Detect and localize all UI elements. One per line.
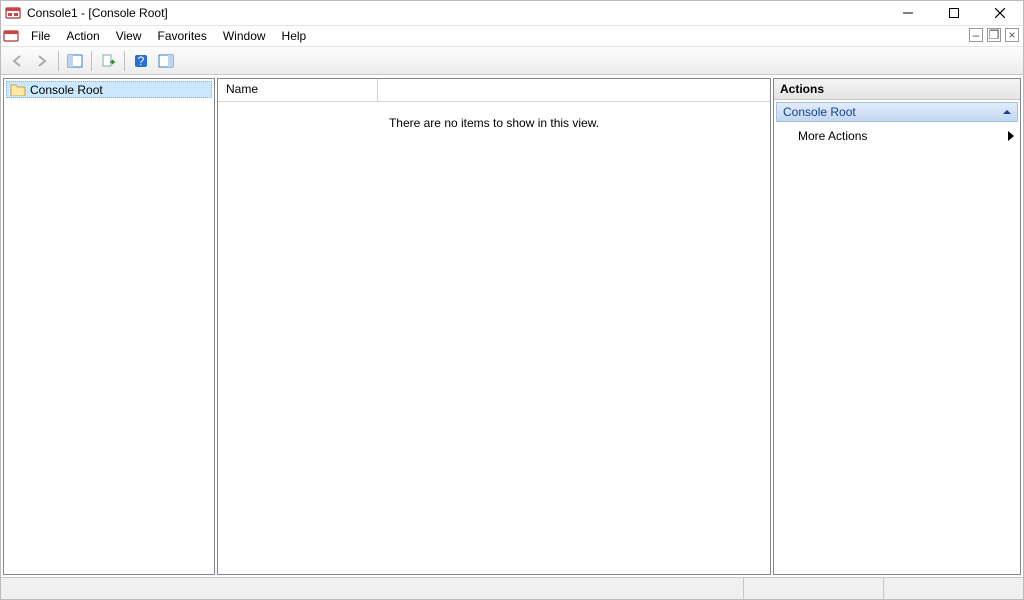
menu-window[interactable]: Window — [215, 27, 274, 45]
back-button[interactable] — [5, 49, 29, 73]
toolbar-separator — [124, 51, 125, 71]
toolbar-separator — [58, 51, 59, 71]
mdi-close-button[interactable]: × — [1005, 28, 1019, 42]
collapse-icon — [1003, 108, 1011, 116]
arrow-left-icon — [9, 53, 25, 69]
column-header-name[interactable]: Name — [218, 79, 378, 101]
menu-help[interactable]: Help — [274, 27, 315, 45]
status-right — [883, 578, 1023, 599]
close-button[interactable] — [977, 1, 1023, 26]
folder-icon — [10, 83, 26, 96]
list-columns: Name — [218, 79, 770, 102]
action-pane-icon — [158, 53, 174, 69]
tree-node-label: Console Root — [30, 83, 103, 97]
export-list-button[interactable] — [96, 49, 120, 73]
actions-more-actions[interactable]: More Actions — [774, 124, 1020, 148]
title-bar: Console1 - [Console Root] — [1, 1, 1023, 26]
console-tree-pane[interactable]: Console Root — [3, 78, 215, 575]
minimize-button[interactable] — [885, 1, 931, 26]
menu-action[interactable]: Action — [58, 27, 107, 45]
actions-pane: Actions Console Root More Actions — [773, 78, 1021, 575]
actions-pane-title: Actions — [774, 79, 1020, 100]
actions-group-header[interactable]: Console Root — [776, 102, 1018, 122]
maximize-icon — [949, 8, 959, 18]
status-bar — [1, 577, 1023, 599]
empty-view-message: There are no items to show in this view. — [218, 116, 770, 130]
mdi-restore-icon: ❐ — [989, 31, 1000, 40]
forward-button[interactable] — [30, 49, 54, 73]
mdi-close-icon: × — [1008, 31, 1015, 40]
action-pane-button[interactable] — [154, 49, 178, 73]
menu-view[interactable]: View — [108, 27, 150, 45]
work-area: Console Root Name There are no items to … — [1, 75, 1023, 577]
tree-pane-icon — [67, 53, 83, 69]
mmc-menu-icon — [3, 28, 19, 44]
actions-more-label: More Actions — [798, 129, 867, 143]
window-title: Console1 - [Console Root] — [27, 6, 168, 20]
show-tree-button[interactable] — [63, 49, 87, 73]
submenu-arrow-icon — [1008, 131, 1014, 141]
mmc-window: Console1 - [Console Root] File Action Vi… — [0, 0, 1024, 600]
toolbar-separator — [91, 51, 92, 71]
arrow-right-icon — [34, 53, 50, 69]
mdi-minimize-button[interactable]: – — [969, 28, 983, 42]
menu-favorites[interactable]: Favorites — [150, 27, 215, 45]
tree-node-console-root[interactable]: Console Root — [6, 81, 212, 98]
mdi-restore-button[interactable]: ❐ — [987, 28, 1001, 42]
menu-file[interactable]: File — [23, 27, 58, 45]
help-button[interactable]: ? — [129, 49, 153, 73]
export-list-icon — [100, 53, 116, 69]
mdi-controls: – ❐ × — [969, 28, 1019, 42]
close-icon — [995, 8, 1005, 18]
help-icon: ? — [133, 53, 149, 69]
maximize-button[interactable] — [931, 1, 977, 26]
mmc-icon — [5, 5, 21, 21]
result-list-pane[interactable]: Name There are no items to show in this … — [217, 78, 771, 575]
status-left — [1, 578, 743, 599]
toolbar: ? — [1, 47, 1023, 75]
status-middle — [743, 578, 883, 599]
menu-bar: File Action View Favorites Window Help –… — [1, 26, 1023, 47]
svg-text:?: ? — [138, 54, 145, 68]
mdi-minimize-icon: – — [973, 31, 980, 40]
actions-group-label: Console Root — [783, 105, 856, 119]
minimize-icon — [903, 8, 913, 18]
